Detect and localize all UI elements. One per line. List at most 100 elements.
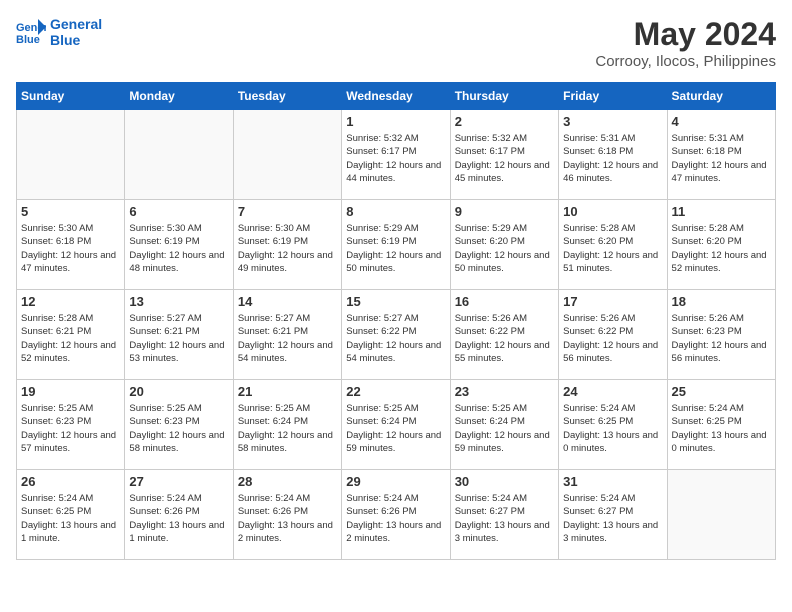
day-info: Sunrise: 5:28 AM Sunset: 6:20 PM Dayligh… (672, 222, 771, 275)
weekday-header-sunday: Sunday (17, 83, 125, 110)
day-info: Sunrise: 5:30 AM Sunset: 6:18 PM Dayligh… (21, 222, 120, 275)
calendar-cell: 22Sunrise: 5:25 AM Sunset: 6:24 PM Dayli… (342, 380, 450, 470)
logo: General Blue General Blue (16, 16, 102, 48)
day-number: 10 (563, 204, 662, 219)
day-number: 1 (346, 114, 445, 129)
day-info: Sunrise: 5:24 AM Sunset: 6:26 PM Dayligh… (238, 492, 337, 545)
day-info: Sunrise: 5:26 AM Sunset: 6:22 PM Dayligh… (563, 312, 662, 365)
day-number: 19 (21, 384, 120, 399)
calendar-cell: 8 Sunrise: 5:29 AM Sunset: 6:19 PM Daylig… (342, 200, 450, 290)
calendar-cell (667, 470, 775, 560)
calendar-cell: 9 Sunrise: 5:29 AM Sunset: 6:20 PM Daylig… (450, 200, 558, 290)
day-number: 31 (563, 474, 662, 489)
calendar-week-row: 19 Sunrise: 5:25 AM Sunset: 6:23 PM Dayli… (17, 380, 776, 470)
weekday-header-monday: Monday (125, 83, 233, 110)
calendar-cell: 26 Sunrise: 5:24 AM Sunset: 6:25 PM Dayli… (17, 470, 125, 560)
calendar-cell: 29 Sunrise: 5:24 AM Sunset: 6:26 PM Dayli… (342, 470, 450, 560)
day-info: Sunrise: 5:29 AM Sunset: 6:20 PM Dayligh… (455, 222, 554, 275)
calendar-cell: 24 Sunrise: 5:24 AM Sunset: 6:25 PM Dayli… (559, 380, 667, 470)
day-number: 7 (238, 204, 337, 219)
calendar-week-row: 1 Sunrise: 5:32 AM Sunset: 6:17 PM Daylig… (17, 110, 776, 200)
day-number: 24 (563, 384, 662, 399)
day-number: 14 (238, 294, 337, 309)
weekday-header-tuesday: Tuesday (233, 83, 341, 110)
calendar-cell (17, 110, 125, 200)
day-number: 27 (129, 474, 228, 489)
title-block: May 2024 Corrooy, Ilocos, Philippines (595, 16, 776, 70)
day-info: Sunrise: 5:24 AM Sunset: 6:25 PM Dayligh… (21, 492, 120, 545)
day-number: 6 (129, 204, 228, 219)
day-number: 29 (346, 474, 445, 489)
day-info: Sunrise: 5:24 AM Sunset: 6:27 PM Dayligh… (563, 492, 662, 545)
day-info: Sunrise: 5:26 AM Sunset: 6:22 PM Dayligh… (455, 312, 554, 365)
weekday-header-wednesday: Wednesday (342, 83, 450, 110)
calendar-cell: 7Sunrise: 5:30 AM Sunset: 6:19 PM Daylig… (233, 200, 341, 290)
calendar-table: SundayMondayTuesdayWednesdayThursdayFrid… (16, 82, 776, 560)
day-number: 23 (455, 384, 554, 399)
calendar-cell: 4 Sunrise: 5:31 AM Sunset: 6:18 PM Daylig… (667, 110, 775, 200)
day-number: 21 (238, 384, 337, 399)
day-number: 3 (563, 114, 662, 129)
logo-icon: General Blue (16, 17, 46, 47)
calendar-cell: 15Sunrise: 5:27 AM Sunset: 6:22 PM Dayli… (342, 290, 450, 380)
calendar-week-row: 26 Sunrise: 5:24 AM Sunset: 6:25 PM Dayli… (17, 470, 776, 560)
calendar-cell (125, 110, 233, 200)
calendar-week-row: 12 Sunrise: 5:28 AM Sunset: 6:21 PM Dayli… (17, 290, 776, 380)
calendar-cell: 19 Sunrise: 5:25 AM Sunset: 6:23 PM Dayli… (17, 380, 125, 470)
calendar-cell: 12 Sunrise: 5:28 AM Sunset: 6:21 PM Dayli… (17, 290, 125, 380)
day-number: 28 (238, 474, 337, 489)
day-info: Sunrise: 5:31 AM Sunset: 6:18 PM Dayligh… (672, 132, 771, 185)
calendar-cell: 6 Sunrise: 5:30 AM Sunset: 6:19 PM Daylig… (125, 200, 233, 290)
day-info: Sunrise: 5:24 AM Sunset: 6:26 PM Dayligh… (129, 492, 228, 545)
day-info: Sunrise: 5:32 AM Sunset: 6:17 PM Dayligh… (346, 132, 445, 185)
calendar-week-row: 5 Sunrise: 5:30 AM Sunset: 6:18 PM Daylig… (17, 200, 776, 290)
day-number: 17 (563, 294, 662, 309)
day-info: Sunrise: 5:25 AM Sunset: 6:23 PM Dayligh… (21, 402, 120, 455)
day-info: Sunrise: 5:27 AM Sunset: 6:21 PM Dayligh… (129, 312, 228, 365)
calendar-cell: 2 Sunrise: 5:32 AM Sunset: 6:17 PM Daylig… (450, 110, 558, 200)
calendar-cell: 25Sunrise: 5:24 AM Sunset: 6:25 PM Dayli… (667, 380, 775, 470)
day-number: 5 (21, 204, 120, 219)
calendar-cell (233, 110, 341, 200)
month-title: May 2024 (595, 16, 776, 53)
weekday-header-friday: Friday (559, 83, 667, 110)
day-info: Sunrise: 5:24 AM Sunset: 6:27 PM Dayligh… (455, 492, 554, 545)
day-number: 8 (346, 204, 445, 219)
calendar-cell: 30 Sunrise: 5:24 AM Sunset: 6:27 PM Dayli… (450, 470, 558, 560)
day-info: Sunrise: 5:28 AM Sunset: 6:21 PM Dayligh… (21, 312, 120, 365)
day-info: Sunrise: 5:30 AM Sunset: 6:19 PM Dayligh… (129, 222, 228, 275)
day-number: 12 (21, 294, 120, 309)
calendar-cell: 13 Sunrise: 5:27 AM Sunset: 6:21 PM Dayli… (125, 290, 233, 380)
day-number: 15 (346, 294, 445, 309)
calendar-cell: 21Sunrise: 5:25 AM Sunset: 6:24 PM Dayli… (233, 380, 341, 470)
page-header: General Blue General Blue May 2024 Corro… (16, 16, 776, 70)
calendar-cell: 5 Sunrise: 5:30 AM Sunset: 6:18 PM Daylig… (17, 200, 125, 290)
day-number: 13 (129, 294, 228, 309)
calendar-cell: 31 Sunrise: 5:24 AM Sunset: 6:27 PM Dayli… (559, 470, 667, 560)
day-number: 25 (672, 384, 771, 399)
day-number: 2 (455, 114, 554, 129)
day-number: 26 (21, 474, 120, 489)
day-info: Sunrise: 5:25 AM Sunset: 6:24 PM Dayligh… (346, 402, 445, 455)
day-info: Sunrise: 5:26 AM Sunset: 6:23 PM Dayligh… (672, 312, 771, 365)
day-info: Sunrise: 5:24 AM Sunset: 6:25 PM Dayligh… (563, 402, 662, 455)
day-info: Sunrise: 5:32 AM Sunset: 6:17 PM Dayligh… (455, 132, 554, 185)
day-info: Sunrise: 5:31 AM Sunset: 6:18 PM Dayligh… (563, 132, 662, 185)
day-number: 11 (672, 204, 771, 219)
day-number: 4 (672, 114, 771, 129)
calendar-cell: 14Sunrise: 5:27 AM Sunset: 6:21 PM Dayli… (233, 290, 341, 380)
day-number: 9 (455, 204, 554, 219)
day-info: Sunrise: 5:25 AM Sunset: 6:24 PM Dayligh… (455, 402, 554, 455)
calendar-cell: 16Sunrise: 5:26 AM Sunset: 6:22 PM Dayli… (450, 290, 558, 380)
day-info: Sunrise: 5:24 AM Sunset: 6:26 PM Dayligh… (346, 492, 445, 545)
weekday-header-thursday: Thursday (450, 83, 558, 110)
day-info: Sunrise: 5:25 AM Sunset: 6:23 PM Dayligh… (129, 402, 228, 455)
day-info: Sunrise: 5:29 AM Sunset: 6:19 PM Dayligh… (346, 222, 445, 275)
calendar-cell: 27 Sunrise: 5:24 AM Sunset: 6:26 PM Dayli… (125, 470, 233, 560)
day-number: 18 (672, 294, 771, 309)
day-info: Sunrise: 5:28 AM Sunset: 6:20 PM Dayligh… (563, 222, 662, 275)
day-number: 30 (455, 474, 554, 489)
calendar-cell: 18 Sunrise: 5:26 AM Sunset: 6:23 PM Dayli… (667, 290, 775, 380)
weekday-header-saturday: Saturday (667, 83, 775, 110)
calendar-cell: 10 Sunrise: 5:28 AM Sunset: 6:20 PM Dayli… (559, 200, 667, 290)
